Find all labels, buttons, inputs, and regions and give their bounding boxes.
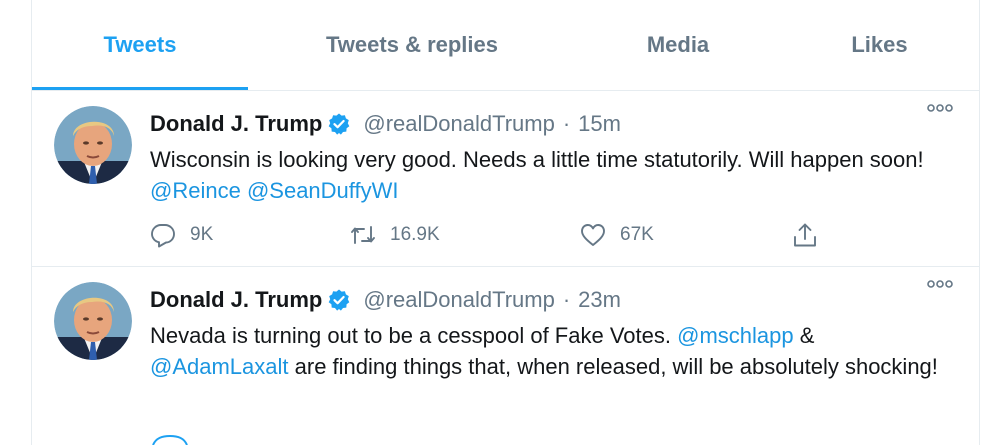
retweet-count: 16.9K (390, 224, 440, 245)
reply-icon (151, 224, 175, 248)
avatar-image (54, 106, 132, 184)
tweet-text-segment: & (793, 323, 815, 348)
share-icon (794, 223, 816, 247)
avatar[interactable] (54, 106, 132, 184)
profile-tabs: Tweets Tweets & replies Media Likes (32, 0, 979, 91)
retweet-icon (351, 226, 375, 244)
tweet-text-segment: are finding things that, when released, … (288, 354, 938, 379)
tab-media[interactable]: Media (576, 0, 780, 90)
tweet-actions: 9K 16.9K 67K (150, 220, 850, 250)
share-button[interactable] (792, 220, 832, 250)
mention-link[interactable]: @AdamLaxalt (150, 354, 289, 379)
reply-count: 9K (190, 224, 214, 245)
tweet-text: Wisconsin is looking very good. Needs a … (150, 144, 950, 206)
tweet-timestamp[interactable]: 23m (578, 287, 621, 313)
tweet[interactable]: Donald J. Trump @realDonaldTrump · 23m N… (32, 267, 979, 445)
like-button[interactable]: 67K (580, 220, 654, 250)
tab-tweets[interactable]: Tweets (32, 0, 248, 90)
tweet-text-segment: Nevada is turning out to be a cesspool o… (150, 323, 678, 348)
more-options-icon[interactable] (927, 279, 953, 289)
author-handle[interactable]: @realDonaldTrump (363, 111, 554, 137)
like-count: 67K (620, 224, 654, 245)
tab-tweets-and-replies[interactable]: Tweets & replies (248, 0, 576, 90)
reply-icon[interactable] (150, 435, 190, 445)
tweet-text-segment: Wisconsin is looking very good. Needs a … (150, 147, 924, 172)
more-options-icon[interactable] (927, 103, 953, 113)
tweet[interactable]: Donald J. Trump @realDonaldTrump · 15m W… (32, 91, 979, 267)
mention-link[interactable]: @mschlapp (677, 323, 794, 348)
separator-dot: · (562, 111, 571, 136)
separator-dot: · (562, 287, 571, 312)
mention-link[interactable]: @SeanDuffyWI (247, 178, 399, 203)
like-icon (581, 224, 605, 246)
author-name[interactable]: Donald J. Trump (150, 111, 322, 137)
tweet-timestamp[interactable]: 15m (578, 111, 621, 137)
verified-badge-icon (329, 113, 350, 135)
author-name[interactable]: Donald J. Trump (150, 287, 322, 313)
tab-likes[interactable]: Likes (780, 0, 979, 90)
profile-timeline: Tweets Tweets & replies Media Likes Dona… (31, 0, 980, 445)
tweet-text: Nevada is turning out to be a cesspool o… (150, 320, 950, 382)
retweet-button[interactable]: 16.9K (350, 220, 440, 250)
mention-link[interactable]: @Reince (150, 178, 241, 203)
avatar-image (54, 282, 132, 360)
avatar[interactable] (54, 282, 132, 360)
author-handle[interactable]: @realDonaldTrump (363, 287, 554, 313)
reply-button[interactable]: 9K (150, 220, 213, 250)
verified-badge-icon (329, 289, 350, 311)
